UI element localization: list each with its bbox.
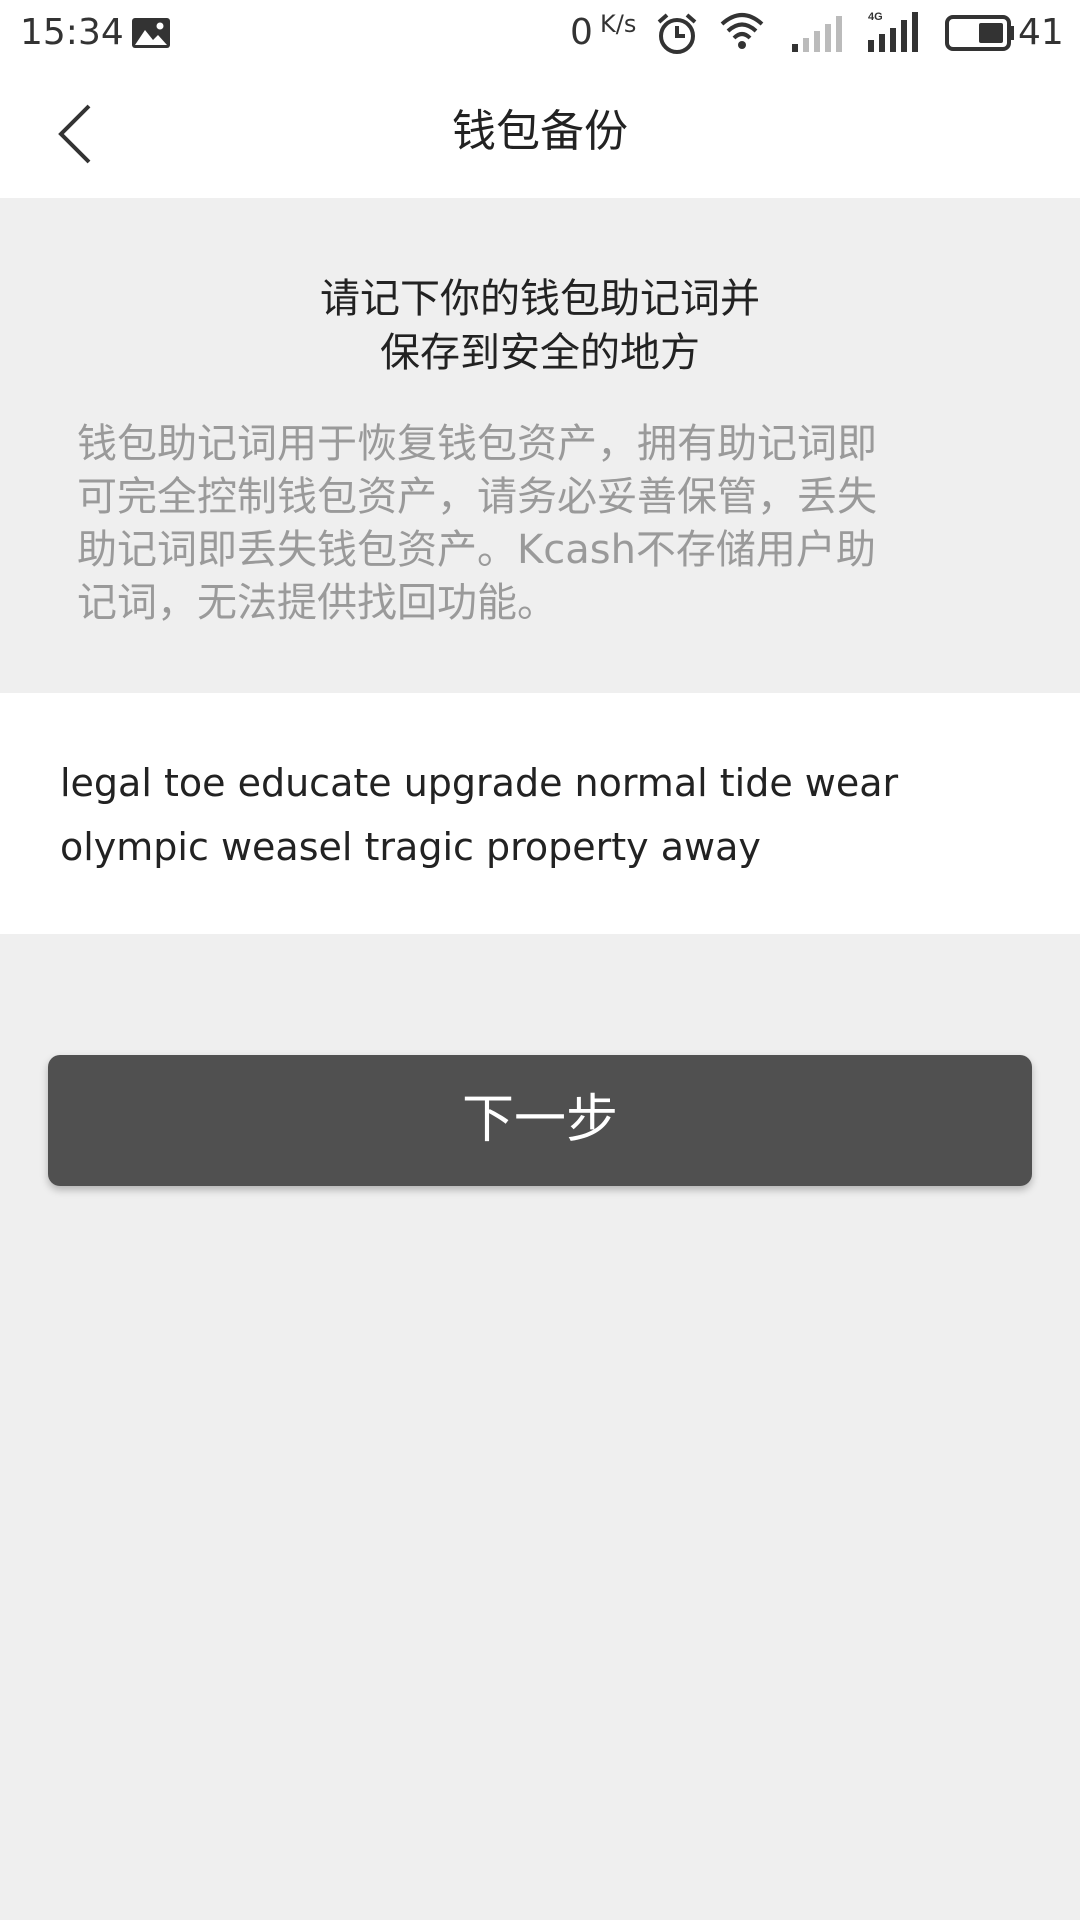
next-button[interactable]: 下一步 [48, 1055, 1032, 1186]
intro-description-line: 记词，无法提供找回功能。 [77, 580, 557, 626]
gallery-icon [132, 18, 170, 48]
intro-description-line: 助记词即丢失钱包资产。Kcash不存储用户助 [77, 527, 876, 573]
status-time: 15:34 [20, 12, 124, 53]
mnemonic-line: legal toe educate upgrade normal tide we… [60, 761, 899, 805]
net-speed-unit: K/s [600, 10, 637, 38]
header: 钱包备份 [0, 66, 1080, 198]
mnemonic-line: olympic weasel tragic property away [60, 825, 761, 869]
page-title: 钱包备份 [452, 106, 628, 157]
signal-icon [792, 16, 842, 52]
intro-description: 钱包助记词用于恢复钱包资产，拥有助记词即 可完全控制钱包资产，请务必妥善保管，丢… [77, 418, 1007, 630]
intro-description-line: 可完全控制钱包资产，请务必妥善保管，丢失 [77, 474, 877, 520]
status-bar: 15:34 0 K/s 4G 41 [0, 0, 1080, 66]
intro-heading: 请记下你的钱包助记词并 保存到安全的地方 [0, 272, 1080, 380]
alarm-icon [657, 13, 697, 54]
mnemonic-phrase: legal toe educate upgrade normal tide we… [60, 751, 1020, 879]
intro-heading-line: 保存到安全的地方 [380, 330, 700, 376]
intro-description-line: 钱包助记词用于恢复钱包资产，拥有助记词即 [77, 421, 877, 467]
battery-level: 41 [1018, 12, 1064, 53]
intro-section: 请记下你的钱包助记词并 保存到安全的地方 钱包助记词用于恢复钱包资产，拥有助记词… [0, 198, 1080, 693]
net-speed: 0 [570, 12, 593, 53]
svg-text:4G: 4G [868, 11, 883, 23]
wifi-icon [720, 13, 764, 49]
battery-icon [945, 15, 1014, 51]
chevron-left-icon [58, 104, 91, 164]
intro-heading-line: 请记下你的钱包助记词并 [320, 276, 760, 322]
back-button[interactable] [40, 96, 110, 172]
mnemonic-panel: legal toe educate upgrade normal tide we… [0, 693, 1080, 934]
signal-4g-icon: 4G [868, 11, 918, 52]
